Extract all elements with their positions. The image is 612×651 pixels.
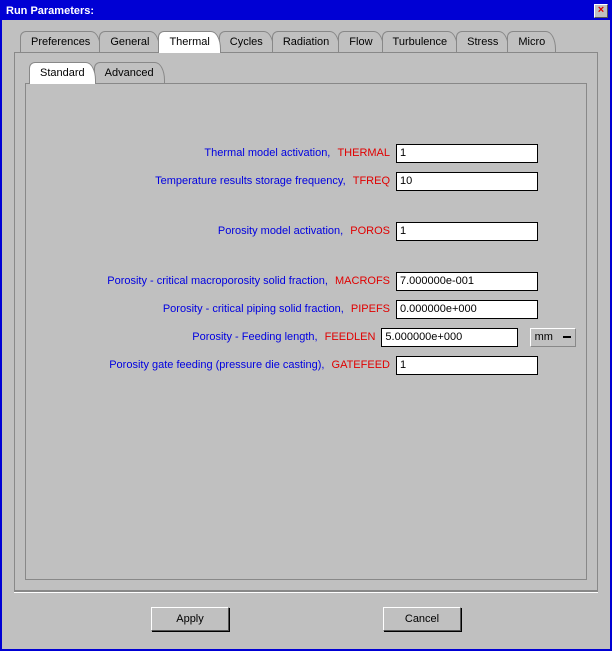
cancel-button[interactable]: Cancel [383, 607, 461, 631]
row-tfreq: Temperature results storage frequency, T… [36, 168, 576, 194]
tab-cycles[interactable]: Cycles [219, 31, 274, 52]
label-text: Porosity - critical macroporosity solid … [107, 275, 328, 287]
tab-label: Stress [467, 36, 498, 48]
unit-text: mm [535, 331, 553, 343]
tab-label: Cycles [230, 36, 263, 48]
label-text: Porosity - critical piping solid fractio… [163, 303, 344, 315]
row-feedlen: Porosity - Feeding length, FEEDLEN mm [36, 324, 576, 350]
input-tfreq[interactable] [396, 172, 538, 191]
label-pipefs: Porosity - critical piping solid fractio… [36, 303, 396, 315]
input-macrofs[interactable] [396, 272, 538, 291]
close-button[interactable]: × [594, 4, 608, 18]
subtab-standard[interactable]: Standard [29, 62, 96, 84]
tab-label: Flow [349, 36, 372, 48]
row-gatefeed: Porosity gate feeding (pressure die cast… [36, 352, 576, 378]
label-code: TFREQ [353, 175, 390, 187]
input-poros[interactable] [396, 222, 538, 241]
tab-label: Standard [40, 67, 85, 79]
label-code: GATEFEED [332, 359, 390, 371]
label-tfreq: Temperature results storage frequency, T… [36, 175, 396, 187]
tab-label: Advanced [105, 67, 154, 79]
label-thermal: Thermal model activation, THERMAL [36, 147, 396, 159]
label-text: Porosity - Feeding length, [192, 331, 317, 343]
main-tab-panel: Standard Advanced Thermal model activati… [14, 52, 598, 591]
client-area: Preferences General Thermal Cycles Radia… [2, 20, 610, 649]
label-code: MACROFS [335, 275, 390, 287]
button-row: Apply Cancel [14, 593, 598, 639]
input-thermal[interactable] [396, 144, 538, 163]
tab-label: Micro [518, 36, 545, 48]
tab-radiation[interactable]: Radiation [272, 31, 340, 52]
tab-label: General [110, 36, 149, 48]
subtab-advanced[interactable]: Advanced [94, 62, 165, 83]
label-code: PIPEFS [351, 303, 390, 315]
tab-general[interactable]: General [99, 31, 160, 52]
tab-turbulence[interactable]: Turbulence [382, 31, 459, 52]
label-feedlen: Porosity - Feeding length, FEEDLEN [36, 331, 381, 343]
title-bar: Run Parameters: × [2, 2, 610, 20]
apply-button[interactable]: Apply [151, 607, 229, 631]
label-poros: Porosity model activation, POROS [36, 225, 396, 237]
row-macrofs: Porosity - critical macroporosity solid … [36, 268, 576, 294]
tab-label: Preferences [31, 36, 90, 48]
tab-label: Turbulence [393, 36, 448, 48]
row-poros: Porosity model activation, POROS [36, 218, 576, 244]
dialog-window: Run Parameters: × Preferences General Th… [0, 0, 612, 651]
tab-flow[interactable]: Flow [338, 31, 383, 52]
label-code: POROS [350, 225, 390, 237]
tab-thermal[interactable]: Thermal [158, 31, 220, 53]
label-code: THERMAL [337, 147, 390, 159]
sub-tab-panel: Thermal model activation, THERMAL Temper… [25, 83, 587, 580]
main-tab-row: Preferences General Thermal Cycles Radia… [20, 28, 598, 52]
tab-stress[interactable]: Stress [456, 31, 509, 52]
input-feedlen[interactable] [381, 328, 517, 347]
tab-micro[interactable]: Micro [507, 31, 556, 52]
label-text: Porosity model activation, [218, 225, 343, 237]
tab-label: Thermal [169, 36, 209, 48]
window-title: Run Parameters: [6, 5, 594, 17]
label-text: Porosity gate feeding (pressure die cast… [109, 359, 324, 371]
tab-label: Radiation [283, 36, 329, 48]
tab-preferences[interactable]: Preferences [20, 31, 101, 52]
label-text: Temperature results storage frequency, [155, 175, 346, 187]
row-thermal: Thermal model activation, THERMAL [36, 140, 576, 166]
sub-tab-row: Standard Advanced [29, 61, 587, 83]
input-pipefs[interactable] [396, 300, 538, 319]
dropdown-icon [563, 336, 571, 338]
row-pipefs: Porosity - critical piping solid fractio… [36, 296, 576, 322]
label-macrofs: Porosity - critical macroporosity solid … [36, 275, 396, 287]
label-text: Thermal model activation, [204, 147, 330, 159]
input-gatefeed[interactable] [396, 356, 538, 375]
label-code: FEEDLEN [325, 331, 376, 343]
label-gatefeed: Porosity gate feeding (pressure die cast… [36, 359, 396, 371]
unit-feedlen-dropdown[interactable]: mm [530, 328, 576, 347]
